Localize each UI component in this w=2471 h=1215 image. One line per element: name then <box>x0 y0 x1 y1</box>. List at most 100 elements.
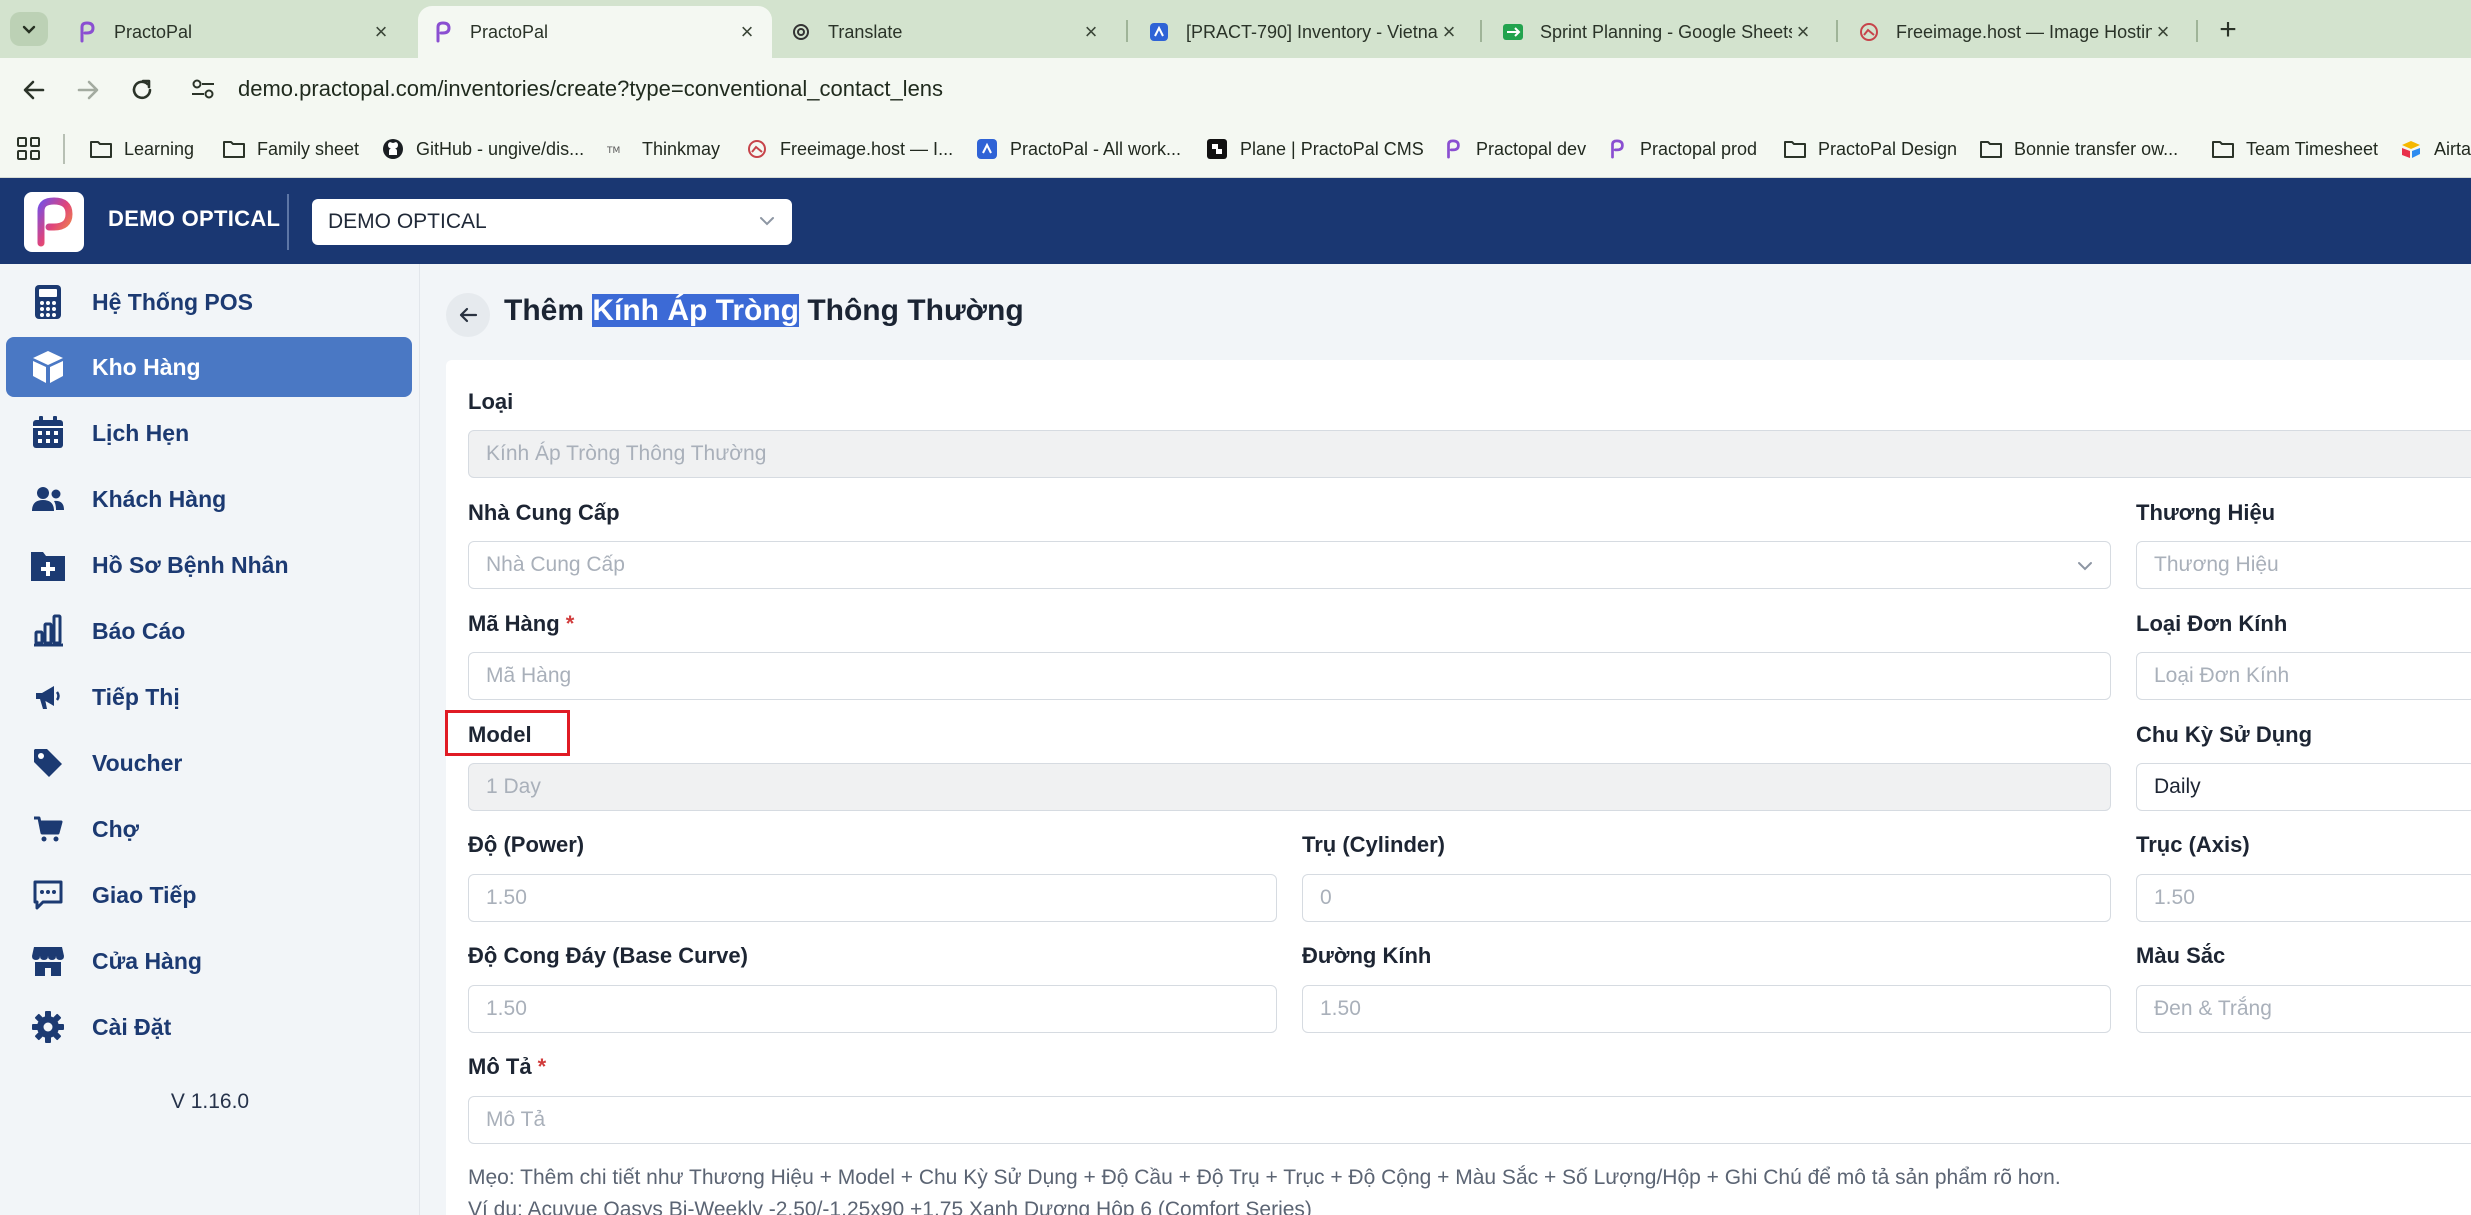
required-mark: * <box>565 611 575 636</box>
base-curve-input[interactable]: 1.50 <box>468 985 1277 1033</box>
back-arrow-icon[interactable] <box>16 72 52 108</box>
browser-tab[interactable]: Sprint Planning - Google Sheets × <box>1488 6 1828 58</box>
bookmark-label: PractoPal - All work... <box>1010 138 1182 159</box>
apps-grid-icon[interactable] <box>16 136 42 162</box>
close-icon[interactable]: × <box>1792 19 1814 44</box>
sidebar-item-inventory[interactable]: Kho Hàng <box>6 337 412 397</box>
site-settings-icon[interactable] <box>180 66 226 112</box>
cylinder-input[interactable]: 0 <box>1302 874 2111 922</box>
chat-icon <box>28 875 68 915</box>
sidebar-item-pos[interactable]: Hệ Thống POS <box>6 272 412 332</box>
bookmark-item[interactable]: PractoPal - All work... <box>974 133 1181 165</box>
sidebar-item-patient-records[interactable]: Hồ Sơ Bệnh Nhân <box>6 535 412 595</box>
bookmark-label: Team Timesheet <box>2246 138 2379 159</box>
practopal-logo[interactable] <box>24 192 84 252</box>
reload-icon[interactable] <box>124 72 160 108</box>
sidebar-item-customers[interactable]: Khách Hàng <box>6 469 412 529</box>
base-curve-label: Độ Cong Đáy (Base Curve) <box>468 943 748 968</box>
tab-title: PractoPal <box>470 21 549 42</box>
usage-cycle-select[interactable]: Daily <box>2136 763 2471 811</box>
browser-toolbar: demo.practopal.com/inventories/create?ty… <box>0 58 2471 120</box>
axis-label: Trục (Axis) <box>2136 832 2250 857</box>
address-bar[interactable]: demo.practopal.com/inventories/create?ty… <box>180 66 2460 112</box>
thinkmay-icon: TM <box>606 137 632 161</box>
new-tab-button[interactable]: + <box>2210 12 2246 48</box>
close-icon[interactable]: × <box>1438 19 1460 44</box>
browser-tab[interactable]: [PRACT-790] Inventory - Vietnam × <box>1134 6 1474 58</box>
sidebar-item-voucher[interactable]: Voucher <box>6 733 412 793</box>
sidebar-item-communication[interactable]: Giao Tiếp <box>6 865 412 925</box>
diameter-input[interactable]: 1.50 <box>1302 985 2111 1033</box>
sku-label: Mã Hàng * <box>468 611 574 637</box>
sidebar-item-label: Giao Tiếp <box>92 881 197 908</box>
sidebar-item-reports[interactable]: Báo Cáo <box>6 601 412 661</box>
cart-icon <box>28 809 68 849</box>
folder-icon <box>88 137 114 161</box>
folder-icon <box>1978 137 2004 161</box>
store-icon <box>28 941 68 981</box>
bookmark-item[interactable]: Freeimage.host — I... <box>744 133 953 165</box>
power-label: Độ (Power) <box>468 832 585 857</box>
bookmark-label: GitHub - ungive/dis... <box>416 138 585 159</box>
store-select-value: DEMO OPTICAL <box>328 210 487 233</box>
chart-icon <box>28 611 68 651</box>
tab-title: Translate <box>828 21 903 42</box>
bookmark-item[interactable]: Bonnie transfer ow... <box>1978 133 2178 165</box>
plane-icon <box>1204 137 1230 161</box>
browser-tab[interactable]: PractoPal × <box>62 6 406 58</box>
brand-label: Thương Hiệu <box>2136 500 2276 525</box>
type-field: Kính Áp Tròng Thông Thường <box>468 430 2471 478</box>
sku-input[interactable]: Mã Hàng <box>468 652 2111 700</box>
bookmark-label: Practopal dev <box>1476 138 1587 159</box>
sidebar-item-marketing[interactable]: Tiếp Thị <box>6 667 412 727</box>
back-button[interactable] <box>446 293 490 337</box>
description-label-text: Mô Tả <box>468 1054 532 1079</box>
close-icon[interactable]: × <box>1080 19 1102 44</box>
browser-tab[interactable]: Translate × <box>776 6 1116 58</box>
bookmark-item[interactable]: Family sheet <box>221 133 359 165</box>
close-icon[interactable]: × <box>736 19 758 44</box>
color-input[interactable]: Đen & Trắng <box>2136 985 2471 1033</box>
pos-icon <box>28 282 68 322</box>
sidebar-item-store[interactable]: Cửa Hàng <box>6 931 412 991</box>
bookmark-item[interactable]: Plane | PractoPal CMS <box>1204 133 1424 165</box>
sidebar: Hệ Thống POS Kho Hàng Lịch Hẹn Khách Hàn… <box>0 264 420 1215</box>
store-select[interactable]: DEMO OPTICAL <box>312 199 792 245</box>
tab-search-button[interactable] <box>10 12 48 46</box>
bookmark-item[interactable]: Learning <box>88 133 194 165</box>
close-icon[interactable]: × <box>370 19 392 44</box>
bookmark-label: Thinkmay <box>642 138 721 159</box>
power-input[interactable]: 1.50 <box>468 874 1277 922</box>
bookmark-item[interactable]: Airta <box>2398 133 2471 165</box>
brand-field[interactable]: Thương Hiệu <box>2136 541 2471 589</box>
page-title-suffix: Thông Thường <box>799 294 1024 327</box>
calendar-icon <box>28 413 68 453</box>
sidebar-item-label: Khách Hàng <box>92 485 227 512</box>
sidebar-item-market[interactable]: Chợ <box>6 799 412 859</box>
axis-input[interactable]: 1.50 <box>2136 874 2471 922</box>
sidebar-item-appointments[interactable]: Lịch Hẹn <box>6 403 412 463</box>
bookmark-label: Family sheet <box>257 138 360 159</box>
bookmark-label: Learning <box>124 138 195 159</box>
browser-tab-active[interactable]: PractoPal × <box>418 6 772 58</box>
bookmark-item[interactable]: Practopal dev <box>1440 133 1586 165</box>
sidebar-item-settings[interactable]: Cài Đặt <box>6 997 412 1057</box>
chevron-down-icon <box>760 217 774 226</box>
google-sheets-favicon-icon <box>1502 21 1524 43</box>
lens-type-field[interactable]: Loại Đơn Kính <box>2136 652 2471 700</box>
bookmark-item[interactable]: Team Timesheet <box>2210 133 2378 165</box>
browser-tab[interactable]: Freeimage.host — Image Hosting × <box>1844 6 2188 58</box>
sidebar-item-label: Hồ Sơ Bệnh Nhân <box>92 551 289 578</box>
bookmark-item[interactable]: PractoPal Design <box>1782 133 1957 165</box>
bookmark-item[interactable]: TM Thinkmay <box>606 133 720 165</box>
close-icon[interactable]: × <box>2152 19 2174 44</box>
description-input[interactable]: Mô Tả <box>468 1096 2471 1144</box>
bookmark-item[interactable]: GitHub - ungive/dis... <box>380 133 584 165</box>
bookmark-item[interactable]: Practopal prod <box>1604 133 1757 165</box>
browser-tab-strip: PractoPal × PractoPal × Translate × [PRA… <box>0 0 2471 58</box>
supplier-select[interactable]: Nhà Cung Cấp <box>468 541 2111 589</box>
box-icon <box>28 347 68 387</box>
forward-arrow-icon[interactable] <box>70 72 106 108</box>
jira-favicon-icon <box>1148 21 1170 43</box>
chevron-down-icon <box>2078 562 2092 571</box>
